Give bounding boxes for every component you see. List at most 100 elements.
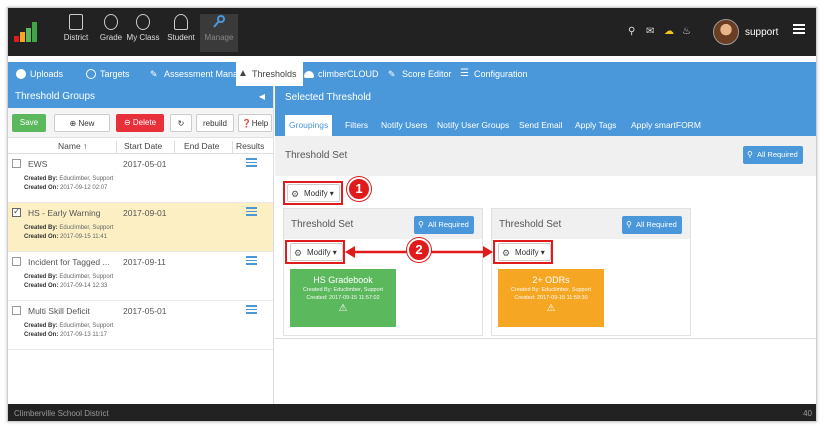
refresh-button[interactable]: ↻ xyxy=(170,114,192,132)
card-created-by: Created By: Educlimber, Support xyxy=(510,287,592,293)
list-icon: ☰ xyxy=(460,68,469,79)
nav-district-label: District xyxy=(63,33,89,42)
card-title: 2+ ODRs xyxy=(532,275,570,285)
nav-my-class-label: My Class xyxy=(126,33,160,42)
subnav-uploads[interactable]: Uploads xyxy=(14,62,63,86)
nav-manage[interactable]: Manage xyxy=(200,14,238,52)
row-name: HS - Early Warning xyxy=(28,208,101,218)
warning-icon: ▲ xyxy=(238,68,248,79)
username[interactable]: support xyxy=(745,27,778,38)
subnav-score-editor[interactable]: ✎ Score Editor xyxy=(386,62,452,86)
tab-apply-tags[interactable]: Apply Tags xyxy=(575,115,616,136)
table-row-selected[interactable]: HS - Early Warning 2017-09-01 Created By… xyxy=(8,203,273,252)
person-icon xyxy=(174,14,188,30)
panel-header: Threshold Groups ◀ xyxy=(8,86,273,108)
app-window: District Grade My Class Student Manage ⚲… xyxy=(7,7,817,422)
panel-title: Selected Threshold xyxy=(275,86,816,110)
subnav-configuration-label: Configuration xyxy=(474,69,528,79)
group-icon xyxy=(104,14,118,30)
card-created-by: Created By: Educlimber, Support xyxy=(302,287,384,293)
tab-notify-user-groups[interactable]: Notify User Groups xyxy=(437,115,509,136)
subnav-targets[interactable]: Targets xyxy=(84,62,130,86)
row-checkbox[interactable] xyxy=(12,159,21,168)
annotation-box-1 xyxy=(283,181,343,205)
row-checkbox[interactable] xyxy=(12,306,21,315)
row-created-by: Created By: Educlimber, Support xyxy=(24,176,114,182)
tab-notify-users[interactable]: Notify Users xyxy=(381,115,427,136)
results-list-icon[interactable] xyxy=(246,158,257,167)
subnav-thresholds-label: Thresholds xyxy=(252,69,297,79)
all-required-label: All Required xyxy=(757,150,798,159)
row-created-by: Created By: Educlimber, Support xyxy=(24,274,114,280)
nav-student[interactable]: Student xyxy=(164,14,198,52)
new-button[interactable]: ⊕ New xyxy=(54,114,110,132)
results-list-icon[interactable] xyxy=(246,256,257,265)
threshold-card-hs-gradebook[interactable]: HS Gradebook Created By: Educlimber, Sup… xyxy=(290,269,396,327)
key-icon xyxy=(213,15,225,28)
row-checkbox[interactable] xyxy=(12,206,21,217)
building-icon xyxy=(69,14,83,30)
table-row[interactable]: EWS 2017-05-01 Created By: Educlimber, S… xyxy=(8,154,273,203)
top-nav: District Grade My Class Student Manage ⚲… xyxy=(8,8,816,56)
tab-send-email[interactable]: Send Email xyxy=(519,115,562,136)
subnav-configuration[interactable]: ☰ Configuration xyxy=(458,62,528,86)
tab-bar: Groupings Filters Notify Users Notify Us… xyxy=(275,110,816,136)
col-results[interactable]: Results xyxy=(236,141,264,151)
nav-grade[interactable]: Grade xyxy=(96,14,126,52)
col-start-date[interactable]: Start Date xyxy=(124,141,162,151)
toolbar: Save ⊕ New ⊖ Delete ↻ rebuild ❓Help xyxy=(8,108,273,138)
results-list-icon[interactable] xyxy=(246,207,257,216)
row-created-by: Created By: Educlimber, Support xyxy=(24,323,114,329)
threshold-groups-panel: Threshold Groups ◀ Save ⊕ New ⊖ Delete ↻… xyxy=(8,86,274,404)
delete-button[interactable]: ⊖ Delete xyxy=(116,114,164,132)
nav-my-class[interactable]: My Class xyxy=(124,14,162,52)
row-name: Incident for Tagged ... xyxy=(28,257,110,267)
tab-apply-smartform[interactable]: Apply smartFORM xyxy=(631,115,701,136)
subnav-climbercloud[interactable]: climberCLOUD xyxy=(302,62,379,86)
logo-icon[interactable] xyxy=(14,22,44,42)
nav-district[interactable]: District xyxy=(56,14,96,52)
pencil-icon: ✎ xyxy=(150,69,158,79)
subnav-score-editor-label: Score Editor xyxy=(402,69,452,79)
save-button[interactable]: Save xyxy=(12,114,46,132)
bell-icon[interactable]: ♨ xyxy=(682,26,691,37)
row-created-by: Created By: Educlimber, Support xyxy=(24,225,114,231)
col-end-date[interactable]: End Date xyxy=(184,141,219,151)
table-row[interactable]: Multi Skill Deficit 2017-05-01 Created B… xyxy=(8,301,273,350)
row-created-on: Created On: 2017-09-15 11:41 xyxy=(24,234,107,240)
panel-title: Threshold Groups xyxy=(15,91,96,102)
card-created: Created: 2017-09-15 11:57:02 xyxy=(306,295,380,301)
search-icon[interactable]: ⚲ xyxy=(628,26,635,37)
rebuild-button[interactable]: rebuild xyxy=(196,114,234,132)
row-start-date: 2017-09-11 xyxy=(123,257,166,267)
new-label: New xyxy=(78,119,95,128)
row-name: Multi Skill Deficit xyxy=(28,306,90,316)
nav-student-label: Student xyxy=(167,33,195,42)
cloud-icon[interactable]: ☁ xyxy=(664,26,674,37)
menu-icon[interactable] xyxy=(793,24,805,34)
subnav-uploads-label: Uploads xyxy=(30,69,64,79)
help-button[interactable]: ❓Help xyxy=(238,114,272,132)
tab-groupings[interactable]: Groupings xyxy=(285,115,333,136)
rebuild-label: rebuild xyxy=(202,119,227,128)
annotation-badge-2: 2 xyxy=(407,238,431,262)
annotation-box-2b xyxy=(493,240,553,264)
tab-filters[interactable]: Filters xyxy=(345,115,368,136)
subnav-thresholds[interactable]: ▲ Thresholds xyxy=(236,62,303,86)
results-list-icon[interactable] xyxy=(246,305,257,314)
all-required-button[interactable]: All Required xyxy=(622,216,682,234)
save-label: Save xyxy=(19,118,39,127)
all-required-label: All Required xyxy=(636,220,677,229)
row-created-on: Created On: 2017-09-13 11:17 xyxy=(24,332,107,338)
all-required-button[interactable]: All Required xyxy=(743,146,803,164)
table-row[interactable]: Incident for Tagged ... 2017-09-11 Creat… xyxy=(8,252,273,301)
pencil-icon: ✎ xyxy=(388,69,396,79)
collapse-caret-icon[interactable]: ◀ xyxy=(259,86,265,108)
mail-icon[interactable]: ✉ xyxy=(646,26,654,37)
col-name[interactable]: Name ↑ xyxy=(58,141,87,151)
avatar[interactable] xyxy=(713,19,739,45)
subnav-targets-label: Targets xyxy=(100,69,130,79)
all-required-button[interactable]: All Required xyxy=(414,216,474,234)
threshold-card-2-odrs[interactable]: 2+ ODRs Created By: Educlimber, Support … xyxy=(498,269,604,327)
row-checkbox[interactable] xyxy=(12,257,21,266)
